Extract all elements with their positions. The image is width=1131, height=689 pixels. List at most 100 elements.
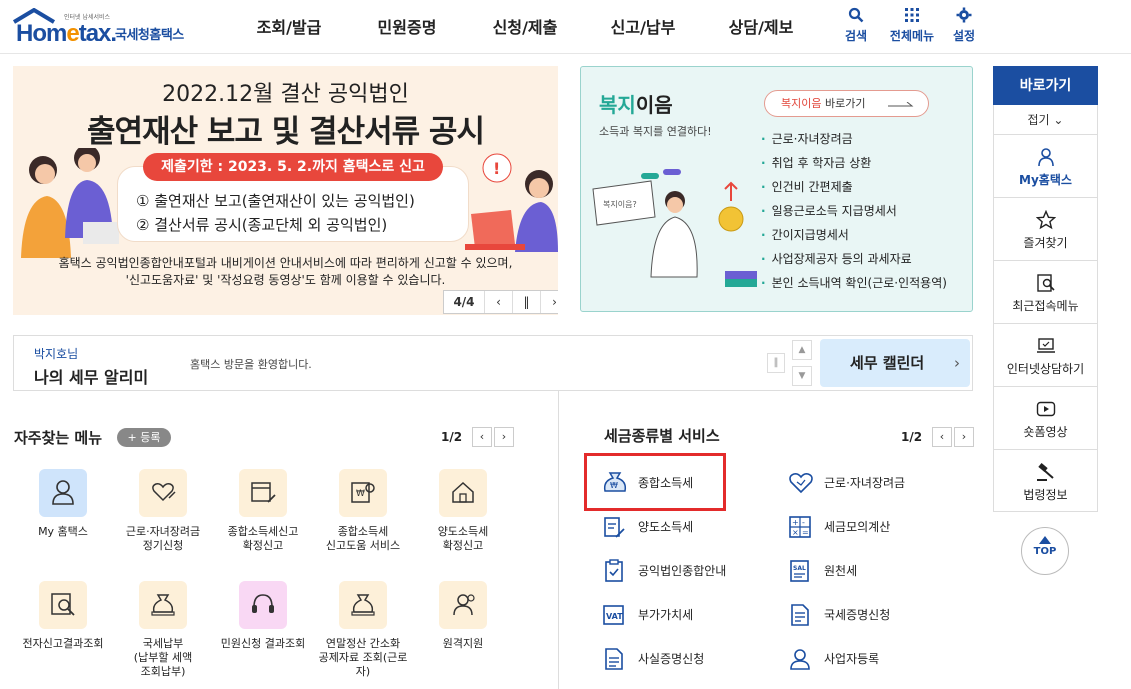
welfare-item: 인건비 간편제출 bbox=[761, 175, 947, 199]
vat-icon: VAT bbox=[603, 605, 624, 625]
tax-item-label: 종합소득세 bbox=[638, 476, 694, 490]
sidebar-item-recent[interactable]: 최근접속메뉴 bbox=[994, 261, 1097, 324]
sidebar-item-label: 숏폼영상 bbox=[1023, 425, 1068, 439]
welfare-banner[interactable]: 복지이음 소득과 복지를 연결하다! 복지이음 바로가기 복지이음? 근로·자녀… bbox=[580, 66, 973, 312]
tax-page-indicator: 1/2 bbox=[901, 430, 923, 444]
gear-icon bbox=[956, 7, 972, 23]
gnb-report-pay[interactable]: 신고/납부 bbox=[584, 0, 702, 54]
salary-document-icon: SAL bbox=[790, 560, 809, 582]
freq-item-remote-support[interactable]: 원격지원 bbox=[413, 581, 513, 651]
tax-item-label: 공익법인종합안내 bbox=[638, 564, 727, 578]
notice-up-icon[interactable]: ▲ bbox=[792, 340, 812, 360]
settings-button[interactable]: 설정 bbox=[950, 7, 978, 44]
freq-menu-title: 자주찾는 메뉴 bbox=[14, 429, 103, 447]
prev-arrow-icon[interactable]: ‹ bbox=[472, 427, 492, 447]
welfare-item: 사업장제공자 등의 과세자료 bbox=[761, 247, 947, 271]
sidebar-item-consult[interactable]: 인터넷상담하기 bbox=[994, 324, 1097, 387]
next-arrow-icon[interactable]: › bbox=[494, 427, 514, 447]
gnb-certificate[interactable]: 민원증명 bbox=[348, 0, 466, 54]
next-arrow-icon[interactable]: › bbox=[540, 291, 558, 313]
deadline-badge: 제출기한 : 2023. 5. 2.까지 홈택스로 신고 bbox=[143, 153, 443, 181]
search-button[interactable]: 검색 bbox=[838, 7, 874, 44]
chevron-right-icon: › bbox=[954, 354, 960, 372]
settings-label: 설정 bbox=[952, 29, 976, 43]
welfare-subtitle: 소득과 복지를 연결하다! bbox=[599, 125, 712, 138]
gnb-application[interactable]: 신청/제출 bbox=[466, 0, 584, 54]
banner-item-2: ② 결산서류 공시(종교단체 외 공익법인) bbox=[136, 216, 388, 234]
tax-item-label: 근로·자녀장려금 bbox=[824, 476, 906, 490]
hometax-logo[interactable]: 인터넷 납세서비스 Hometax. 국세청홈택스 bbox=[12, 8, 202, 47]
freq-page-indicator: 1/2 bbox=[441, 430, 463, 444]
headset-icon bbox=[239, 581, 287, 629]
play-video-icon bbox=[1036, 401, 1055, 417]
freq-item-civil-result[interactable]: 민원신청 결과조회 bbox=[213, 581, 313, 651]
freq-item-earned-income[interactable]: 근로·자녀장려금 정기신청 bbox=[113, 469, 213, 553]
gavel-icon bbox=[1036, 463, 1054, 481]
chevron-down-icon: ⌄ bbox=[1053, 113, 1064, 127]
arrow-up-icon bbox=[1039, 536, 1051, 544]
main-banner[interactable]: 2022.12월 결산 공익법인 출연재산 보고 및 결산서류 공시 제출기한 … bbox=[13, 66, 558, 315]
freq-item-income-tax-report[interactable]: 종합소득세신고 확정신고 bbox=[213, 469, 313, 553]
sidebar-item-my-hometax[interactable]: My홈택스 bbox=[994, 135, 1097, 198]
freq-item-my-hometax[interactable]: My 홈택스 bbox=[13, 469, 113, 539]
sidebar-fold-button[interactable]: 접기 ⌄ bbox=[994, 105, 1097, 135]
all-menu-label: 전체메뉴 bbox=[889, 29, 935, 43]
scroll-top-button[interactable]: TOP bbox=[1021, 527, 1069, 575]
user-icon bbox=[1037, 148, 1054, 167]
freq-item-year-end[interactable]: 연말정산 간소화 공제자료 조회(근로 자) bbox=[313, 581, 413, 679]
prev-arrow-icon[interactable]: ‹ bbox=[932, 427, 952, 447]
freq-item-label: 근로·자녀장려금 정기신청 bbox=[125, 525, 201, 552]
sidebar-item-shorts[interactable]: 숏폼영상 bbox=[994, 387, 1097, 450]
freq-pager: ‹ › bbox=[470, 427, 514, 447]
tax-item-label: 부가가치세 bbox=[638, 608, 694, 622]
register-button[interactable]: + 등록 bbox=[117, 428, 171, 447]
sidebar-item-favorites[interactable]: 즐겨찾기 bbox=[994, 198, 1097, 261]
freq-item-e-filing-result[interactable]: 전자신고결과조회 bbox=[13, 581, 113, 651]
freq-item-income-tax-help[interactable]: ₩ 종합소득세 신고도움 서비스 bbox=[313, 469, 413, 553]
freq-item-transfer-tax[interactable]: 양도소득세 확정신고 bbox=[413, 469, 513, 553]
certificate-icon bbox=[791, 604, 809, 626]
tax-notice-bar: 박지호님 나의 세무 알리미 홈택스 방문을 환영합니다. ‖ ▲ ▼ 세무 캘… bbox=[13, 335, 973, 391]
notice-pause-icon[interactable]: ‖ bbox=[767, 353, 785, 373]
tax-calendar-button[interactable]: 세무 캘린더 › bbox=[820, 339, 970, 387]
welfare-title: 복지이음 bbox=[599, 93, 673, 117]
gnb-inquiry[interactable]: 조회/발급 bbox=[230, 0, 348, 54]
notice-down-icon[interactable]: ▼ bbox=[792, 366, 812, 386]
tax-service-title: 세금종류별 서비스 bbox=[604, 427, 720, 445]
freq-item-tax-payment[interactable]: 국세납부 (납부할 세액 조회납부) bbox=[113, 581, 213, 679]
quick-links-sidebar: 바로가기 접기 ⌄ My홈택스 즐겨찾기 최근접속메뉴 인터넷상담하기 숏폼영상… bbox=[993, 66, 1098, 512]
all-menu-button[interactable]: 전체메뉴 bbox=[886, 7, 938, 44]
top-label: TOP bbox=[1033, 546, 1057, 557]
money-bag-icon bbox=[339, 581, 387, 629]
search-label: 검색 bbox=[844, 29, 868, 43]
svg-text:SAL: SAL bbox=[793, 565, 806, 572]
freq-item-label: 전자신고결과조회 bbox=[22, 637, 104, 650]
next-arrow-icon[interactable]: › bbox=[954, 427, 974, 447]
svg-text:₩: ₩ bbox=[610, 481, 618, 490]
notice-title: 나의 세무 알리미 bbox=[34, 368, 149, 387]
tax-item-label: 양도소득세 bbox=[638, 520, 694, 534]
welfare-item: 일용근로소득 지급명세서 bbox=[761, 199, 947, 223]
freq-item-label: 국세납부 (납부할 세액 조회납부) bbox=[133, 637, 193, 678]
sidebar-item-label: My홈택스 bbox=[1019, 173, 1072, 187]
tax-item-label: 사업자등록 bbox=[824, 652, 880, 666]
won-search-icon bbox=[39, 581, 87, 629]
banner-page-indicator: 4/4 bbox=[453, 295, 475, 309]
welfare-shortcut-button[interactable]: 복지이음 바로가기 bbox=[764, 90, 929, 117]
sidebar-item-law[interactable]: 법령정보 bbox=[994, 450, 1097, 513]
svg-text:-: - bbox=[802, 518, 805, 527]
pause-icon[interactable]: ‖ bbox=[512, 291, 540, 313]
utility-menu: 검색 전체메뉴 설정 bbox=[838, 7, 990, 44]
freq-item-label: 민원신청 결과조회 bbox=[220, 637, 306, 650]
long-arrow-icon bbox=[888, 102, 914, 107]
user-icon bbox=[790, 649, 810, 670]
freq-item-label: 양도소득세 확정신고 bbox=[437, 525, 489, 552]
gnb-consult[interactable]: 상담/제보 bbox=[702, 0, 820, 54]
user-name: 박지호님 bbox=[34, 347, 79, 361]
prev-arrow-icon[interactable]: ‹ bbox=[484, 291, 512, 313]
calendar-pen-icon bbox=[239, 469, 287, 517]
svg-text:×: × bbox=[792, 528, 799, 537]
welfare-list: 근로·자녀장려금 취업 후 학자금 상환 인건비 간편제출 일용근로소득 지급명… bbox=[761, 127, 947, 295]
banner-desc-line-1: 홈택스 공익법인종합안내포털과 내비게이션 안내서비스에 따라 편리하게 신고할… bbox=[58, 256, 513, 270]
freq-item-label: 연말정산 간소화 공제자료 조회(근로 자) bbox=[318, 637, 408, 678]
